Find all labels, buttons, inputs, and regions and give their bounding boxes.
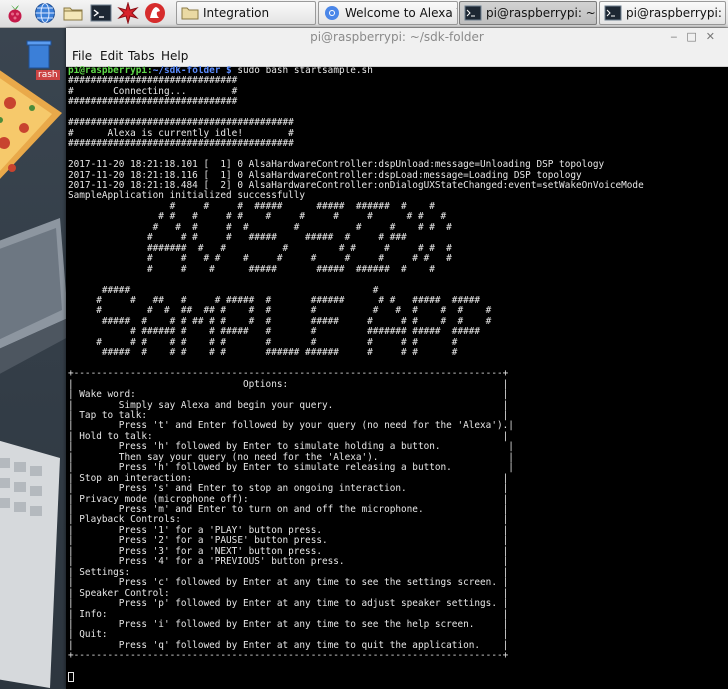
wolfram-icon[interactable] [144, 2, 166, 24]
terminal-line: | Playback Controls: | [68, 514, 509, 526]
terminal-line: # # # # # # # # # # # # [147, 253, 452, 265]
terminal-line: | Press '2' for a 'PAUSE' button press. … [68, 535, 509, 547]
file-manager-icon[interactable] [62, 2, 84, 24]
terminal-icon[interactable] [90, 2, 112, 24]
terminal-line: ######################################## [68, 138, 294, 150]
maximize-icon[interactable]: □ [686, 30, 705, 43]
terminal-line: # # ## # # ##### # ###### # # ##### ####… [96, 294, 481, 306]
chromium-icon [323, 5, 341, 21]
terminal-line: | Press '4' for a 'PREVIOUS' button pres… [68, 556, 509, 568]
raspberry-menu-icon[interactable] [4, 2, 26, 24]
task-terminal-sdk[interactable]: pi@raspberrypi: ~/sd [459, 1, 597, 25]
terminal-line: | Options: | [68, 378, 509, 390]
terminal-line: | Press 'h' followed by Enter to simulat… [68, 441, 514, 453]
terminal-icon [464, 5, 482, 21]
terminal-line: | Wake word: | [68, 389, 509, 401]
task-chromium[interactable]: Welcome to Alexa Voi [318, 1, 458, 25]
menu-file[interactable]: File [72, 49, 92, 63]
terminal-line: | Press 'c' followed by Enter at any tim… [68, 577, 509, 589]
terminal-output-lines: ############################## # Connect… [68, 75, 644, 661]
terminal-line: ############################## [68, 96, 238, 108]
terminal-line: | Press '1' for a 'PLAY' button press. | [68, 524, 509, 536]
terminal-line: | Quit: | [68, 629, 509, 641]
terminal-line: 2017-11-20 18:21:18.116 [ 1] 0 AlsaHardw… [68, 169, 582, 181]
terminal-line: | Tap to talk: | [68, 409, 509, 421]
menu-bar: File Edit Tabs Help [66, 46, 728, 67]
terminal-line: # Alexa is currently idle! # [68, 127, 294, 139]
terminal-line: | Then say your query (no need for the '… [68, 451, 514, 463]
terminal-line: | Stop an interaction: | [68, 472, 509, 484]
terminal-line: +---------------------------------------… [68, 368, 509, 380]
terminal-line: # # # # # # # # # # # # [158, 211, 447, 223]
terminal-line: # Connecting... # [68, 85, 238, 97]
terminal-line: # ###### # # ##### # # ####### ##### ###… [130, 326, 481, 338]
terminal-line: # # # # ##### ##### # # ### [147, 232, 407, 244]
terminal-line: | Press 's' and Enter to stop an ongoing… [68, 483, 509, 495]
menu-help[interactable]: Help [161, 49, 188, 63]
terminal-line: 2017-11-20 18:21:18.101 [ 1] 0 AlsaHardw… [68, 159, 605, 171]
task-integration[interactable]: Integration [176, 1, 316, 25]
terminal-line: | Info: | [68, 608, 509, 620]
mathematica-icon[interactable] [117, 1, 139, 25]
terminal-line: | Privacy mode (microphone off): | [68, 493, 509, 505]
terminal-line: | Settings: | [68, 566, 509, 578]
task-terminal-home[interactable]: pi@raspberrypi: ~ [599, 1, 726, 25]
terminal-line: | Press '3' for a 'NEXT' button press. | [68, 545, 509, 557]
terminal-line: ##### # # # ## # # # # ##### # # # # # # [101, 315, 492, 327]
terminal-line: # # # # # # # # # # # [152, 221, 452, 233]
window-titlebar[interactable]: pi@raspberrypi: ~/sdk-folder ‒□✕ [66, 28, 728, 46]
terminal-line: # # # # # # # # # # # # # [96, 336, 458, 348]
terminal-line: ######################################## [68, 117, 294, 129]
menu-edit[interactable]: Edit [100, 49, 123, 63]
menu-tabs[interactable]: Tabs [128, 49, 155, 63]
minimize-icon[interactable]: ‒ [670, 30, 686, 43]
terminal-line: | Press 'p' followed by Enter at any tim… [68, 598, 509, 610]
trash-label: rash [36, 70, 60, 80]
keyboard-wallpaper-illustration [0, 440, 60, 688]
terminal-line: # # # ##### ##### ###### # # [147, 263, 435, 275]
window-controls: ‒□✕ [670, 28, 724, 46]
terminal-window[interactable]: pi@raspberrypi: ~/sdk-folder ‒□✕ File Ed… [66, 28, 728, 689]
terminal-line: ##### # # # # # ###### ###### # # # # [101, 347, 458, 359]
terminal-line: ####### # # # # # # # # # [147, 242, 452, 254]
close-icon[interactable]: ✕ [706, 30, 724, 43]
text-cursor [68, 672, 74, 683]
trash-icon[interactable] [25, 38, 53, 70]
terminal-line: | Hold to talk: | [68, 430, 509, 442]
command-text: sudo bash startsample.sh [237, 66, 373, 76]
terminal-line: | Speaker Control: | [68, 587, 509, 599]
terminal-line: | Press 'm' and Enter to turn on and off… [68, 504, 509, 516]
terminal-line: | Press 'i' followed by Enter at any tim… [68, 619, 509, 631]
terminal-line: # # # ##### ##### ###### # # [169, 200, 435, 212]
laptop-wallpaper-illustration [0, 218, 70, 374]
terminal-line: ##### # [101, 284, 379, 296]
terminal-line: # # # ## ## # # # # # # # # # # [96, 305, 492, 317]
window-title: pi@raspberrypi: ~/sdk-folder [310, 30, 484, 44]
terminal-line: ############################## [68, 75, 238, 87]
terminal-line: | Press 'h' followed by Enter to simulat… [68, 462, 514, 474]
terminal-line: | Press 'q' followed by Enter at any tim… [68, 639, 509, 651]
terminal-output[interactable]: pi@raspberrypi:~/sdk-folder $ sudo bash … [68, 66, 728, 689]
web-browser-icon[interactable] [34, 2, 56, 24]
terminal-line: SampleApplication initialized successful… [68, 190, 306, 202]
terminal-icon [604, 5, 622, 21]
terminal-line: | Press 't' and Enter followed by your q… [68, 420, 514, 432]
terminal-line: +---------------------------------------… [68, 650, 509, 662]
terminal-line: 2017-11-20 18:21:18.484 [ 2] 0 AlsaHardw… [68, 179, 644, 191]
terminal-line: | Simply say Alexa and begin your query.… [68, 399, 509, 411]
taskbar: Integration Welcome to Alexa Voi pi@rasp… [0, 0, 728, 28]
pizza-wallpaper-illustration [0, 70, 62, 179]
folder-icon [181, 5, 199, 21]
